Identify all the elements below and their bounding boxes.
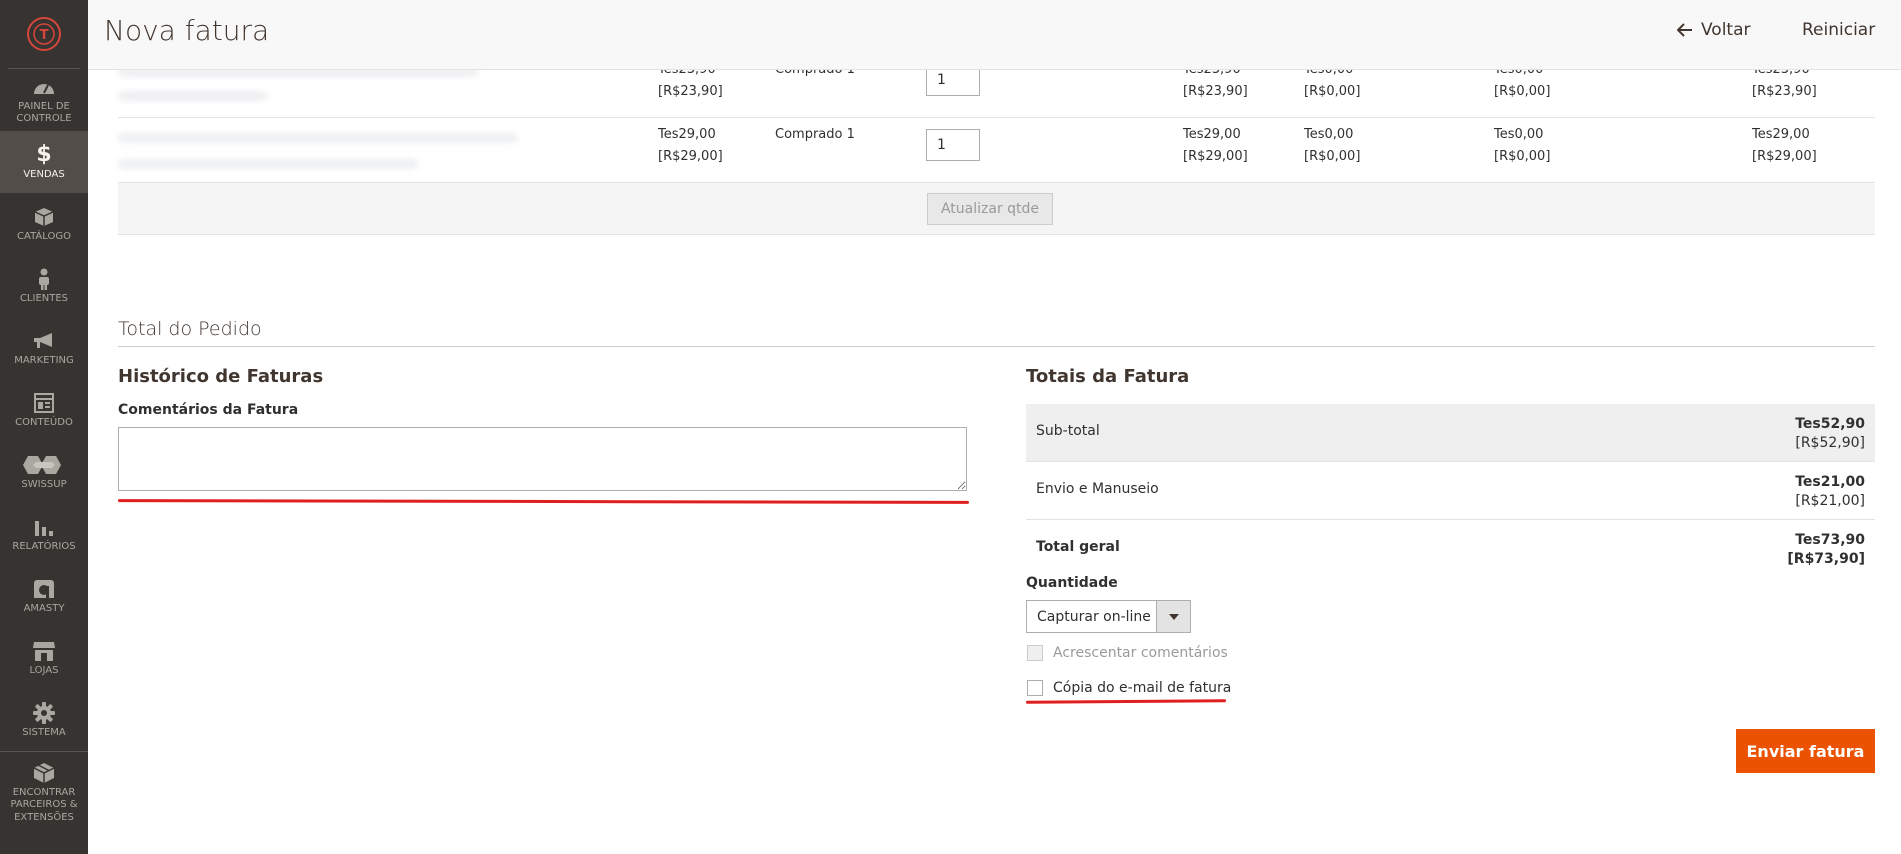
sidebar-item-label: MARKETING [14, 354, 74, 366]
totals-label: Sub-total [1036, 423, 1100, 439]
sidebar-item-system[interactable]: SISTEMA [0, 689, 88, 751]
capture-case-select[interactable]: Capturar on-line [1026, 600, 1191, 633]
section-divider [118, 346, 1875, 347]
email-copy-label: Cópia do e-mail de fatura [1053, 680, 1232, 696]
amasty-icon [32, 577, 56, 601]
invoice-totals-title: Totais da Fatura [1026, 366, 1190, 387]
sidebar-item-catalog[interactable]: CATÁLOGO [0, 193, 88, 255]
item-tax: Tes0,00 [R$0,00] [1304, 127, 1361, 164]
item-price: Tes29,00 [R$29,00] [658, 127, 723, 164]
sidebar-item-label: CLIENTES [19, 292, 69, 304]
store-icon [32, 639, 56, 663]
item-row-total: Tes29,00 [R$29,00] [1752, 127, 1817, 164]
totals-label: Total geral [1036, 539, 1120, 555]
item-discount: Tes0,00 [R$0,00] [1494, 127, 1551, 164]
layout-icon [34, 391, 54, 415]
sidebar-item-customers[interactable]: CLIENTES [0, 255, 88, 317]
totals-row-grand-total: Total geral Tes73,90 [R$73,90] [1026, 520, 1875, 578]
sidebar-item-stores[interactable]: LOJAS [0, 627, 88, 689]
gear-icon [33, 701, 55, 725]
totals-value: Tes21,00 [R$21,00] [1795, 474, 1865, 509]
admin-sidebar: T PAINEL DE CONTROLE $ VENDAS CATÁLOGO C… [0, 0, 88, 854]
back-label: Voltar [1701, 20, 1751, 40]
totals-label: Envio e Manuseio [1036, 481, 1159, 497]
sidebar-item-amasty[interactable]: AMASTY [0, 565, 88, 627]
sidebar-item-marketing[interactable]: MARKETING [0, 317, 88, 379]
dashboard-icon [33, 75, 55, 99]
dollar-icon: $ [36, 142, 52, 167]
box-icon [34, 205, 54, 229]
sidebar-item-label: SWISSUP [21, 478, 67, 490]
sidebar-item-label: ENCONTRAR PARCEIROS & EXTENSÕES [10, 786, 78, 823]
product-sku-blurred [118, 91, 268, 101]
invoice-comments-textarea[interactable] [118, 427, 967, 491]
item-ordered: Comprado 1 [775, 127, 855, 142]
sidebar-item-label: CATÁLOGO [17, 230, 71, 242]
item-subtotal: Tes29,00 [R$29,00] [1183, 127, 1248, 164]
sidebar-item-label: SISTEMA [22, 726, 66, 738]
update-qty-button[interactable]: Atualizar qtde [927, 193, 1053, 225]
sidebar-item-label: VENDAS [23, 168, 65, 180]
swissup-icon [22, 453, 66, 477]
totals-value: Tes73,90 [R$73,90] [1787, 532, 1865, 567]
order-total-title: Total do Pedido [118, 318, 262, 340]
product-sku-blurred [118, 159, 418, 169]
append-comments-checkbox[interactable] [1027, 645, 1043, 661]
invoice-comments-label: Comentários da Fatura [118, 402, 299, 418]
sidebar-item-label: RELATÓRIOS [12, 540, 76, 552]
submit-invoice-button[interactable]: Enviar fatura [1736, 729, 1875, 773]
magento-logo-icon: T [27, 17, 61, 51]
annotation-underline [117, 499, 970, 504]
amount-label: Quantidade [1026, 575, 1118, 591]
sidebar-item-extensions[interactable]: ENCONTRAR PARCEIROS & EXTENSÕES [0, 751, 88, 833]
logo[interactable]: T [8, 0, 80, 69]
sidebar-item-content[interactable]: CONTEÚDO [0, 379, 88, 441]
invoice-history-title: Histórico de Faturas [118, 366, 324, 387]
qty-to-invoice-input[interactable] [926, 129, 980, 161]
extensions-icon [33, 761, 55, 785]
reset-button[interactable]: Reiniciar [1802, 20, 1875, 40]
sidebar-item-dashboard[interactable]: PAINEL DE CONTROLE [0, 69, 88, 131]
select-value: Capturar on-line [1037, 609, 1151, 625]
append-comments-label: Acrescentar comentários [1053, 645, 1228, 661]
sidebar-item-swissup[interactable]: SWISSUP [0, 441, 88, 503]
totals-row-shipping: Envio e Manuseio Tes21,00 [R$21,00] [1026, 462, 1875, 520]
totals-row-subtotal: Sub-total Tes52,90 [R$52,90] [1026, 404, 1875, 462]
back-button[interactable]: Voltar [1677, 20, 1751, 40]
bar-chart-icon [34, 515, 54, 539]
sidebar-item-reports[interactable]: RELATÓRIOS [0, 503, 88, 565]
sidebar-item-sales[interactable]: $ VENDAS [0, 131, 88, 193]
arrow-left-icon [1677, 23, 1692, 37]
table-row: Tes29,00 [R$29,00] Comprado 1 Tes29,00 [… [118, 118, 1875, 183]
chevron-down-icon [1156, 601, 1190, 632]
person-icon [37, 267, 51, 291]
sidebar-item-label: CONTEÚDO [15, 416, 73, 428]
sidebar-item-label: PAINEL DE CONTROLE [16, 100, 72, 125]
page-title: Nova fatura [104, 14, 270, 47]
svg-text:T: T [40, 28, 49, 43]
email-copy-checkbox[interactable] [1027, 680, 1043, 696]
page-header: Nova fatura Voltar Reiniciar [88, 0, 1901, 70]
sidebar-item-label: AMASTY [23, 602, 65, 614]
update-qty-bar: Atualizar qtde [118, 183, 1875, 235]
product-name-blurred [118, 133, 518, 143]
sidebar-item-label: LOJAS [29, 664, 59, 676]
megaphone-icon [32, 329, 56, 353]
annotation-underline [1025, 699, 1227, 704]
totals-value: Tes52,90 [R$52,90] [1795, 416, 1865, 451]
